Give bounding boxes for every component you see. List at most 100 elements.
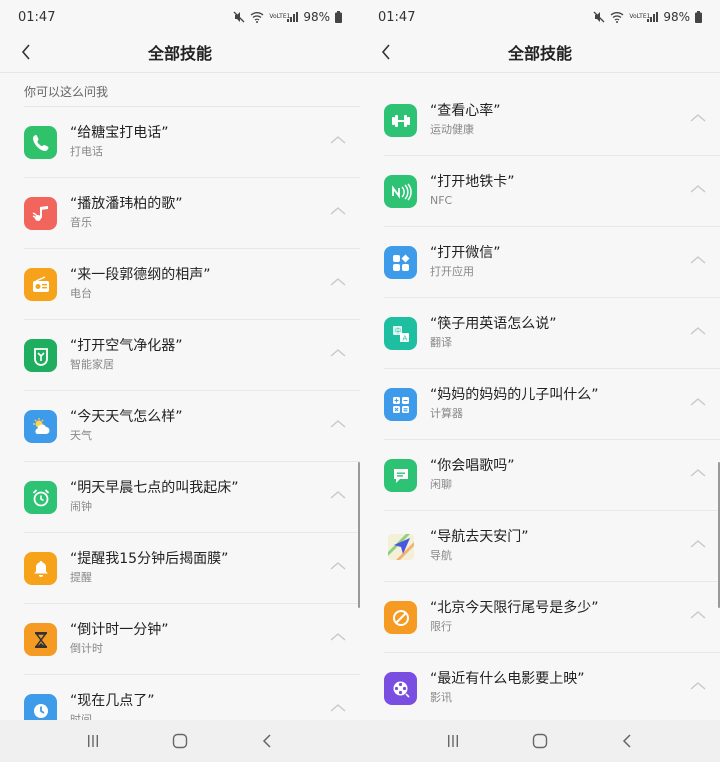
signal-icon <box>646 11 659 23</box>
chevron-up-icon[interactable] <box>690 326 706 336</box>
recent-apps-button[interactable] <box>433 726 473 756</box>
skill-category: 打电话 <box>70 145 103 158</box>
recent-apps-button[interactable] <box>73 726 113 756</box>
skill-example: “你会唱歌吗” <box>430 458 515 474</box>
skill-item[interactable]: “打开空气净化器” 智能家居 <box>0 320 360 391</box>
skill-example: “提醒我15分钟后揭面膜” <box>70 551 229 567</box>
chevron-up-icon[interactable] <box>330 703 346 713</box>
skill-example: “现在几点了” <box>70 693 155 709</box>
status-bar: 01:47 VoLTE1 98% <box>360 0 720 34</box>
app-bar: 全部技能 <box>360 34 720 70</box>
skill-example: “打开空气净化器” <box>70 338 183 354</box>
weather-icon <box>24 410 57 443</box>
chevron-up-icon[interactable] <box>690 468 706 478</box>
chevron-up-icon[interactable] <box>330 419 346 429</box>
skill-item[interactable]: 中 A “筷子用英语怎么说” 翻译 <box>360 298 720 369</box>
skill-item[interactable]: “妈妈的妈妈的儿子叫什么” 计算器 <box>360 369 720 440</box>
skill-item[interactable]: “最近有什么电影要上映” 影讯 <box>360 653 720 720</box>
back-nav-button[interactable] <box>607 726 647 756</box>
skill-example: “导航去天安门” <box>430 529 529 545</box>
skill-item[interactable]: “来一段郭德纲的相声” 电台 <box>0 249 360 320</box>
translate-icon: 中A <box>384 317 417 350</box>
skill-item[interactable]: “查看心率” 运动健康 <box>360 85 720 156</box>
skill-category: 智能家居 <box>70 358 114 371</box>
skill-category: 闲聊 <box>430 478 452 491</box>
skill-item[interactable]: “打开地铁卡” NFC <box>360 156 720 227</box>
skill-item[interactable]: “播放潘玮柏的歌” 音乐 <box>0 178 360 249</box>
chevron-up-icon[interactable] <box>690 255 706 265</box>
status-time: 01:47 <box>378 9 416 25</box>
skill-category: 时间 <box>70 713 92 720</box>
restriction-icon <box>384 601 417 634</box>
skill-example: “播放潘玮柏的歌” <box>70 196 183 212</box>
signal-icon <box>286 11 299 23</box>
skill-item[interactable]: “提醒我15分钟后揭面膜” 提醒 <box>0 533 360 604</box>
skill-item[interactable]: “给糖宝打电话” 打电话 <box>0 107 360 178</box>
skill-item[interactable]: “你会唱歌吗” 闲聊 <box>360 440 720 511</box>
chevron-up-icon[interactable] <box>690 681 706 691</box>
chat-icon <box>384 459 417 492</box>
back-button[interactable] <box>374 38 398 66</box>
skill-category: 影讯 <box>430 691 452 704</box>
back-nav-button[interactable] <box>247 726 287 756</box>
svg-text:A: A <box>402 334 407 342</box>
skill-example: “倒计时一分钟” <box>70 622 169 638</box>
chevron-up-icon[interactable] <box>330 632 346 642</box>
right-screen: 01:47 VoLTE1 98% 全部技能 “查看心率” 运动健康 “打开地铁卡” N… <box>360 0 720 720</box>
film-icon <box>384 672 417 705</box>
section-label: 你可以这么问我 <box>24 85 109 99</box>
skill-category: 提醒 <box>70 571 92 584</box>
alarm-icon <box>24 481 57 514</box>
skill-category: 运动健康 <box>430 123 474 136</box>
battery-level: 98% <box>663 10 690 24</box>
skill-category: 倒计时 <box>70 642 103 655</box>
skill-category: 翻译 <box>430 336 452 349</box>
skill-list-right: “查看心率” 运动健康 “打开地铁卡” NFC “打开微信” 打开应用中 A “筷子用英语怎么… <box>360 85 720 720</box>
skill-item[interactable]: “打开微信” 打开应用 <box>360 227 720 298</box>
chevron-up-icon[interactable] <box>690 113 706 123</box>
skill-list-left: “给糖宝打电话” 打电话 “播放潘玮柏的歌” 音乐 “来一段郭德纲的相声” 电台 “打开空气… <box>0 107 360 720</box>
chevron-up-icon[interactable] <box>690 539 706 549</box>
chevron-up-icon[interactable] <box>330 277 346 287</box>
chevron-up-icon[interactable] <box>690 397 706 407</box>
mi-home-icon <box>24 339 57 372</box>
skill-item[interactable]: “今天天气怎么样” 天气 <box>0 391 360 462</box>
skill-example: “查看心率” <box>430 103 501 119</box>
wifi-icon <box>610 11 624 23</box>
skill-item[interactable]: “北京今天限行尾号是多少” 限行 <box>360 582 720 653</box>
apps-icon <box>384 246 417 279</box>
page-title: 全部技能 <box>147 44 212 63</box>
navigation-bar <box>0 720 720 762</box>
calculator-icon <box>384 388 417 421</box>
skill-item[interactable]: “现在几点了” 时间 <box>0 675 360 720</box>
skill-example: “妈妈的妈妈的儿子叫什么” <box>430 387 599 403</box>
skill-category: 打开应用 <box>430 265 474 278</box>
skill-example: “北京今天限行尾号是多少” <box>430 600 599 616</box>
skill-item[interactable]: “导航去天安门” 导航 <box>360 511 720 582</box>
left-screen: 01:47 VoLTE1 98% 全部技能 你可以这么问我 “给糖宝打电话” 打电… <box>0 0 360 720</box>
skill-item[interactable]: “明天早晨七点的叫我起床” 闹钟 <box>0 462 360 533</box>
chevron-up-icon[interactable] <box>330 135 346 145</box>
radio-icon <box>24 268 57 301</box>
chevron-up-icon[interactable] <box>690 184 706 194</box>
skill-category: 计算器 <box>430 407 463 420</box>
skill-example: “明天早晨七点的叫我起床” <box>70 480 239 496</box>
battery-level: 98% <box>303 10 330 24</box>
back-button[interactable] <box>14 38 38 66</box>
chevron-up-icon[interactable] <box>690 610 706 620</box>
skill-example: “今天天气怎么样” <box>70 409 183 425</box>
chevron-up-icon[interactable] <box>330 561 346 571</box>
volte-icon: VoLTE1 <box>269 13 291 20</box>
skill-category: 音乐 <box>70 216 92 229</box>
skill-example: “最近有什么电影要上映” <box>430 671 585 687</box>
chevron-up-icon[interactable] <box>330 490 346 500</box>
skill-category: NFC <box>430 194 453 207</box>
chevron-up-icon[interactable] <box>330 206 346 216</box>
skill-example: “给糖宝打电话” <box>70 125 169 141</box>
home-button[interactable] <box>520 726 560 756</box>
skill-example: “来一段郭德纲的相声” <box>70 267 211 283</box>
clock-icon <box>24 694 57 720</box>
skill-item[interactable]: “倒计时一分钟” 倒计时 <box>0 604 360 675</box>
home-button[interactable] <box>160 726 200 756</box>
chevron-up-icon[interactable] <box>330 348 346 358</box>
